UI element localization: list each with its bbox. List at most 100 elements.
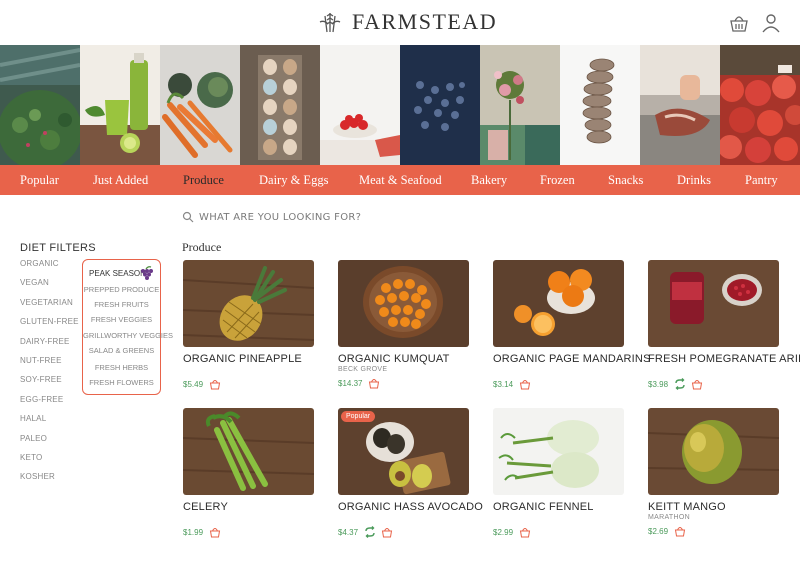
product-vendor: MARATHON — [648, 514, 690, 521]
price-row: $5.49 — [183, 377, 314, 391]
diet-filter-keto[interactable]: KETO — [20, 453, 79, 472]
diet-filter-organic[interactable]: ORGANIC — [20, 259, 79, 278]
product-name[interactable]: FRESH POMEGRANATE ARILS — [648, 353, 800, 365]
photo-flowers — [480, 45, 560, 165]
product-card[interactable]: Popular ORGANIC HASS AVOCADO $4.37 — [338, 408, 483, 539]
add-to-basket-icon[interactable] — [381, 526, 393, 538]
nav-drinks[interactable]: Drinks — [677, 165, 711, 195]
product-image[interactable]: Popular — [338, 408, 469, 495]
logo[interactable]: FARMSTEAD — [316, 9, 497, 35]
product-price: $2.99 — [493, 527, 514, 537]
product-name[interactable]: ORGANIC FENNEL — [493, 501, 624, 513]
price-row: $2.69 — [648, 524, 779, 538]
photo-strip — [0, 45, 800, 165]
add-to-basket-icon[interactable] — [368, 377, 380, 389]
search-input[interactable]: WHAT ARE YOU LOOKING FOR? — [199, 212, 361, 223]
search-bar[interactable]: WHAT ARE YOU LOOKING FOR? — [182, 211, 361, 223]
add-to-basket-icon[interactable] — [691, 378, 703, 390]
user-icon[interactable] — [760, 12, 782, 34]
grapes-icon — [141, 266, 153, 280]
product-name[interactable]: ORGANIC KUMQUAT — [338, 353, 469, 365]
product-price: $4.37 — [338, 527, 359, 537]
photo-pomegranates — [720, 45, 800, 165]
product-card[interactable]: ORGANIC KUMQUAT BECK GROVE $14.37 — [338, 260, 469, 390]
product-card[interactable]: CELERY $1.99 — [183, 408, 314, 539]
subcategory-grillworthy-veggies[interactable]: GRILLWORTHY VEGGIES — [83, 331, 173, 340]
subcategory-salad-greens[interactable]: SALAD & GREENS — [83, 346, 160, 355]
section-title: Produce — [182, 240, 222, 254]
header: FARMSTEAD — [0, 0, 800, 45]
product-card[interactable]: ORGANIC FENNEL $2.99 — [493, 408, 624, 539]
add-to-basket-icon[interactable] — [209, 526, 221, 538]
photo-meat — [640, 45, 720, 165]
product-image[interactable] — [648, 260, 779, 347]
product-image[interactable] — [183, 260, 314, 347]
photo-eggs — [240, 45, 320, 165]
diet-filter-paleo[interactable]: PALEO — [20, 434, 79, 453]
product-name[interactable]: KEITT MANGO — [648, 501, 779, 513]
product-card[interactable]: KEITT MANGO MARATHON $2.69 — [648, 408, 779, 538]
diet-filter-gluten-free[interactable]: GLUTEN-FREE — [20, 317, 79, 336]
product-price: $3.14 — [493, 379, 514, 389]
nav-just-added[interactable]: Just Added — [93, 165, 148, 195]
product-price: $5.49 — [183, 379, 204, 389]
nav-produce[interactable]: Produce — [183, 165, 224, 195]
subcategory-fresh-veggies[interactable]: FRESH VEGGIES — [83, 315, 160, 324]
nav-bakery[interactable]: Bakery — [471, 165, 507, 195]
product-image[interactable] — [648, 408, 779, 495]
product-price: $1.99 — [183, 527, 204, 537]
product-image[interactable] — [183, 408, 314, 495]
nav-pantry[interactable]: Pantry — [745, 165, 778, 195]
diet-filter-vegan[interactable]: VEGAN — [20, 278, 79, 297]
product-image[interactable] — [493, 408, 624, 495]
nav-frozen[interactable]: Frozen — [540, 165, 575, 195]
diet-filters-list: ORGANIC VEGAN VEGETARIAN GLUTEN-FREE DAI… — [20, 259, 79, 492]
basket-icon[interactable] — [728, 12, 750, 34]
product-card[interactable]: ORGANIC PINEAPPLE $5.49 — [183, 260, 314, 391]
subcategory-prepped-produce[interactable]: PREPPED PRODUCE — [83, 285, 160, 294]
wheat-logo-icon — [319, 13, 341, 33]
product-card[interactable]: ORGANIC PAGE MANDARINS $3.14 — [493, 260, 650, 391]
product-price: $3.98 — [648, 379, 669, 389]
photo-green-juice — [80, 45, 160, 165]
product-vendor: BECK GROVE — [338, 366, 388, 373]
nav-popular[interactable]: Popular — [20, 165, 59, 195]
product-image[interactable] — [493, 260, 624, 347]
diet-filter-dairy-free[interactable]: DAIRY-FREE — [20, 337, 79, 356]
diet-filter-nut-free[interactable]: NUT-FREE — [20, 356, 79, 375]
product-price: $14.37 — [338, 378, 363, 388]
add-to-basket-icon[interactable] — [674, 525, 686, 537]
diet-filter-halal[interactable]: HALAL — [20, 414, 79, 433]
add-to-basket-icon[interactable] — [519, 526, 531, 538]
product-card[interactable]: FRESH POMEGRANATE ARILS $3.98 — [648, 260, 800, 391]
product-name[interactable]: CELERY — [183, 501, 314, 513]
category-nav: Popular Just Added Produce Dairy & Eggs … — [0, 165, 800, 195]
diet-filter-vegetarian[interactable]: VEGETARIAN — [20, 298, 79, 317]
diet-filter-kosher[interactable]: KOSHER — [20, 472, 79, 491]
product-name[interactable]: ORGANIC PAGE MANDARINS — [493, 353, 650, 365]
subcategory-fresh-flowers[interactable]: FRESH FLOWERS — [83, 378, 160, 387]
add-to-basket-icon[interactable] — [209, 378, 221, 390]
recurring-icon[interactable] — [364, 526, 376, 538]
product-name[interactable]: ORGANIC PINEAPPLE — [183, 353, 314, 365]
photo-blueberries — [400, 45, 480, 165]
diet-filter-soy-free[interactable]: SOY-FREE — [20, 375, 79, 394]
product-name[interactable]: ORGANIC HASS AVOCADO — [338, 501, 483, 513]
price-row: $3.14 — [493, 377, 624, 391]
product-price: $2.69 — [648, 526, 669, 536]
price-row: $3.98 — [648, 377, 779, 391]
diet-filter-egg-free[interactable]: EGG-FREE — [20, 395, 79, 414]
photo-carrots-and-artichokes — [160, 45, 240, 165]
recurring-icon[interactable] — [674, 378, 686, 390]
price-row: $4.37 — [338, 525, 469, 539]
product-image[interactable] — [338, 260, 469, 347]
nav-meat-seafood[interactable]: Meat & Seafood — [359, 165, 442, 195]
diet-filters-title: DIET FILTERS — [20, 242, 96, 254]
photo-bread — [560, 45, 640, 165]
subcategory-fresh-fruits[interactable]: FRESH FRUITS — [83, 300, 160, 309]
subcategory-fresh-herbs[interactable]: FRESH HERBS — [83, 363, 160, 372]
add-to-basket-icon[interactable] — [519, 378, 531, 390]
nav-dairy-eggs[interactable]: Dairy & Eggs — [259, 165, 328, 195]
nav-snacks[interactable]: Snacks — [608, 165, 643, 195]
produce-subcategory-menu: PEAK SEASON PREPPED PRODUCE FRESH FRUITS… — [82, 259, 173, 395]
